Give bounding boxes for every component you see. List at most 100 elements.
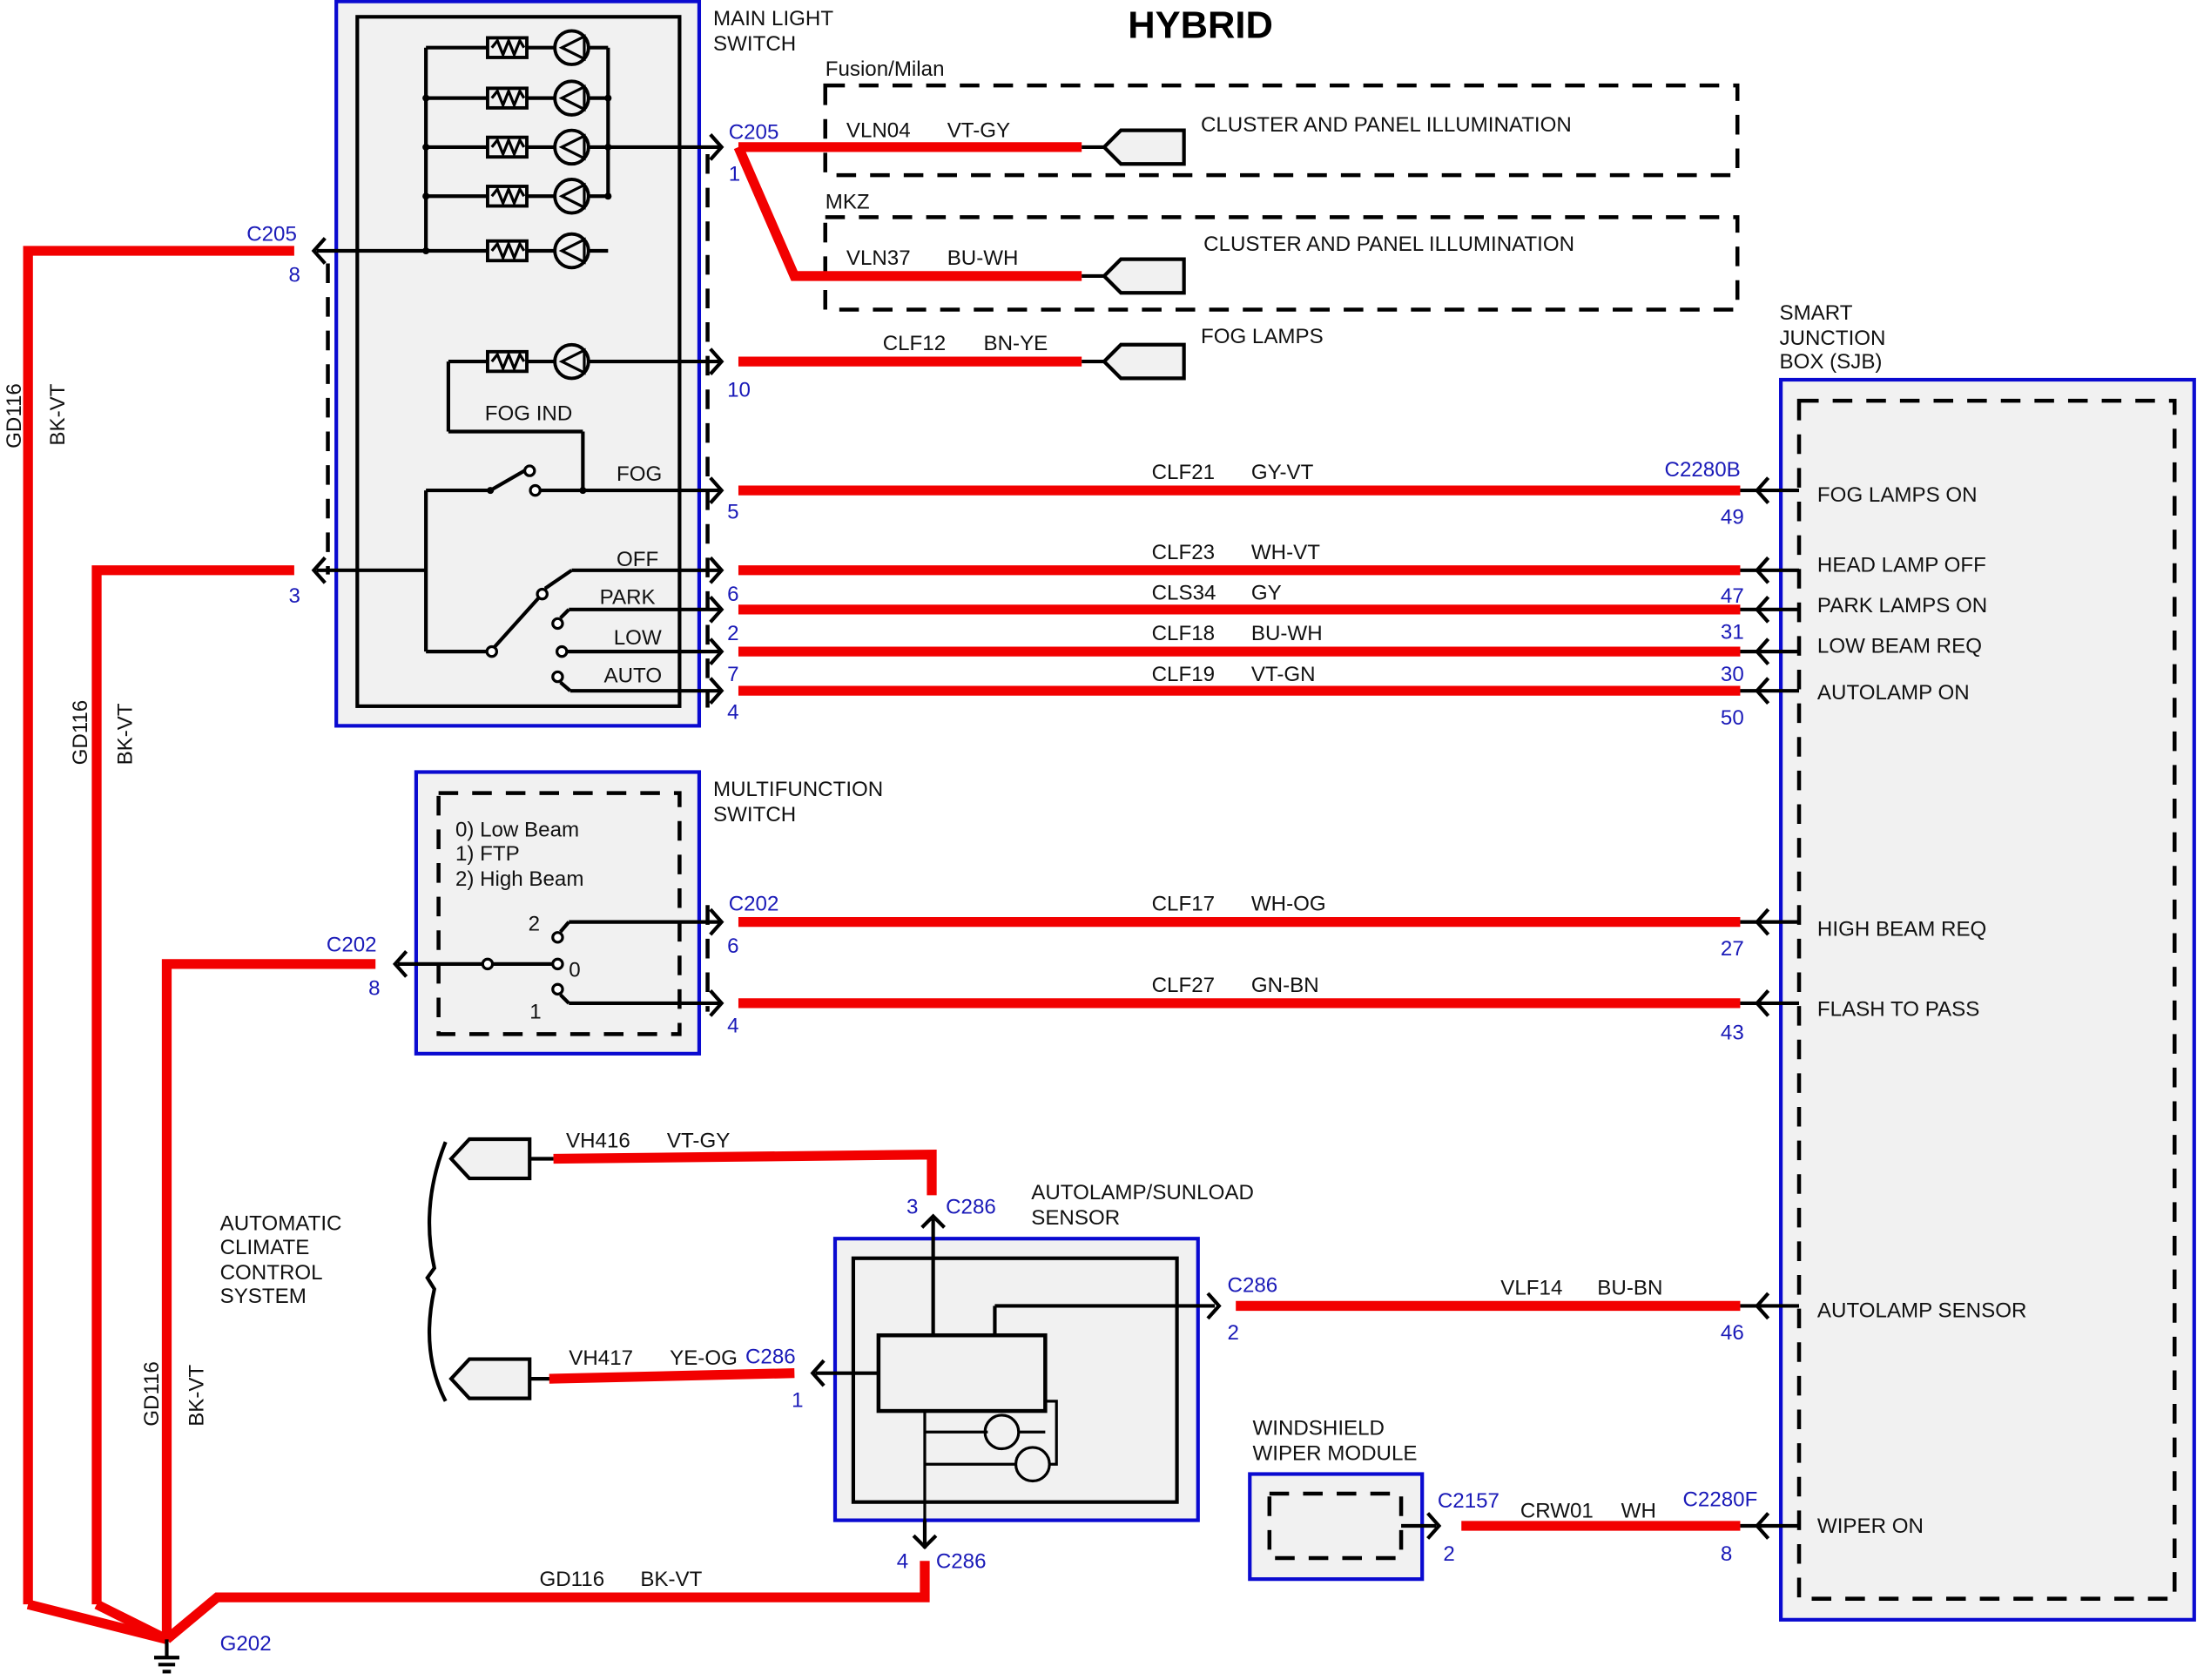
sjb-label-3: BOX (SJB) <box>1780 350 1883 374</box>
plug-climate-vh417-icon <box>448 1357 532 1400</box>
wire-color: WH-VT <box>1251 541 1320 564</box>
variant-destination: CLUSTER AND PANEL ILLUMINATION <box>1201 113 1572 137</box>
fog-color: BN-YE <box>984 332 1048 355</box>
plug-cluster-mkz-icon <box>1101 257 1186 295</box>
switch-pos-park: PARK <box>600 585 656 609</box>
connector-c2280b: C2280B <box>1665 458 1741 482</box>
wiring-diagram: HYBRID MAIN LIGHT SWITCH FOG IND FOG OFF… <box>3 0 2196 1674</box>
wire-vh417 <box>549 1368 795 1384</box>
vh416-circuit: VH416 <box>566 1130 630 1153</box>
climate-label-3: CONTROL <box>220 1261 323 1285</box>
vh417-circuit: VH417 <box>569 1346 633 1370</box>
source-pin: 2 <box>1228 1321 1239 1345</box>
source-pin: 4 <box>727 1015 738 1038</box>
sjb-function-label: PARK LAMPS ON <box>1817 594 1987 617</box>
climate-label-4: SYSTEM <box>220 1285 307 1308</box>
gd116-label-1: GD116 <box>3 383 26 449</box>
circuit-id: CLS34 <box>1152 582 1216 605</box>
ground-g202-label: G202 <box>220 1632 272 1656</box>
sensor-label-2: SENSOR <box>1031 1206 1120 1230</box>
automatic-climate-control: AUTOMATIC CLIMATE CONTROL SYSTEM <box>220 1141 448 1402</box>
connector-c2280f: C2280F <box>1682 1488 1757 1512</box>
sjb-function-label: WIPER ON <box>1817 1515 1924 1538</box>
autolamp-sunload-sensor: AUTOLAMP/SUNLOAD SENSOR <box>815 1181 1254 1542</box>
main-light-switch-label-1: MAIN LIGHT <box>713 7 833 30</box>
variant-fusion-milan: Fusion/Milan VLN04 VT-GY CLUSTER AND PAN… <box>823 57 1740 178</box>
variant-name: MKZ <box>826 191 870 214</box>
gd116-label-3: GD116 <box>140 1361 164 1427</box>
main-light-switch-label-2: SWITCH <box>713 32 796 56</box>
mfs-label-1: MULTIFUNCTION <box>713 778 883 801</box>
circuit-id: CLF18 <box>1152 622 1215 645</box>
connector-c202-left: C202 <box>327 933 377 956</box>
wire-color: BU-BN <box>1597 1277 1662 1300</box>
connector-c205-top: C205 <box>729 120 779 144</box>
sjb-function-label: HEAD LAMP OFF <box>1817 553 1986 577</box>
fog-circuit: CLF12 <box>883 332 946 355</box>
wire-color: BU-WH <box>1251 622 1323 645</box>
bkvt-label-2: BK-VT <box>113 703 137 765</box>
pin-c205-10: 10 <box>727 378 751 401</box>
sjb-function-label: LOW BEAM REQ <box>1817 635 1982 658</box>
variant-circuit: VLN37 <box>846 246 911 270</box>
source-pin: 2 <box>727 622 738 645</box>
variant-color: VT-GY <box>947 119 1010 143</box>
mfs-contact-0: 0 <box>569 958 580 982</box>
sjb-label-1: SMART <box>1780 301 1853 325</box>
source-pin: 6 <box>727 583 738 606</box>
circuit-id: CLF23 <box>1152 541 1215 564</box>
gd116-label-2: GD116 <box>69 700 92 766</box>
connector-c286-2: C286 <box>1228 1273 1278 1297</box>
sjb-pin: 27 <box>1721 937 1744 961</box>
wire-color: GY-VT <box>1251 461 1314 484</box>
wiper-box <box>1248 1472 1425 1582</box>
variant-destination: CLUSTER AND PANEL ILLUMINATION <box>1203 233 1574 256</box>
variant-name: Fusion/Milan <box>826 57 945 81</box>
sjb-function-label: FLASH TO PASS <box>1817 997 1979 1021</box>
source-pin: 5 <box>727 500 738 523</box>
vh417-color: YE-OG <box>670 1346 738 1370</box>
wire-vh416 <box>553 1149 937 1196</box>
sjb-label-2: JUNCTION <box>1780 327 1886 350</box>
pin-c286-3: 3 <box>906 1195 918 1218</box>
source-pin: 6 <box>727 934 738 958</box>
source-pin: 7 <box>727 663 738 686</box>
sjb-pin: 43 <box>1721 1022 1744 1045</box>
multifunction-switch-box <box>414 770 702 1056</box>
wire-color: VT-GN <box>1251 663 1316 686</box>
climate-label-1: AUTOMATIC <box>220 1212 342 1236</box>
connector-c202-right: C202 <box>729 893 779 916</box>
sjb-function-label: FOG LAMPS ON <box>1817 483 1978 507</box>
mfs-position-0: 0) Low Beam <box>455 818 579 841</box>
sjb-pin: 47 <box>1721 584 1744 608</box>
pin-c205-1: 1 <box>729 163 740 186</box>
plug-fog-lamps-icon <box>1101 342 1186 381</box>
circuit-id: CLF19 <box>1152 663 1215 686</box>
mfs-position-2: 2) High Beam <box>455 867 584 891</box>
sjb-pin: 46 <box>1721 1321 1744 1345</box>
bkvt-label-1: BK-VT <box>46 383 70 445</box>
pin-c205-3: 3 <box>288 584 300 608</box>
windshield-wiper-module: WINDSHIELD WIPER MODULE <box>1248 1416 1437 1582</box>
wire-color: GY <box>1251 582 1282 605</box>
mfs-position-1: 1) FTP <box>455 842 520 866</box>
switch-pos-low: LOW <box>614 626 662 650</box>
bkvt-label-4: BK-VT <box>640 1568 702 1591</box>
wire-color: WH-OG <box>1251 893 1326 916</box>
gd116-label-4: GD116 <box>539 1568 604 1591</box>
main-light-switch-box <box>334 0 702 728</box>
sjb-function-label: HIGH BEAM REQ <box>1817 918 1986 941</box>
connector-c286-1: C286 <box>745 1345 796 1368</box>
connector-c2157: C2157 <box>1438 1489 1499 1513</box>
switch-pos-off: OFF <box>617 548 658 571</box>
wiper-label-1: WINDSHIELD <box>1252 1416 1384 1440</box>
fog-destination: FOG LAMPS <box>1201 325 1324 348</box>
ground-g202: G202 <box>26 1599 272 1674</box>
connector-c205-left: C205 <box>246 223 297 246</box>
sjb-pin: 31 <box>1721 621 1744 644</box>
circuit-id: CLF17 <box>1152 893 1215 916</box>
plug-climate-vh416-icon <box>448 1137 532 1181</box>
plug-cluster-fusion-icon <box>1101 128 1186 166</box>
connector-c286-3: C286 <box>946 1195 996 1218</box>
circuit-id: CRW01 <box>1520 1499 1594 1522</box>
